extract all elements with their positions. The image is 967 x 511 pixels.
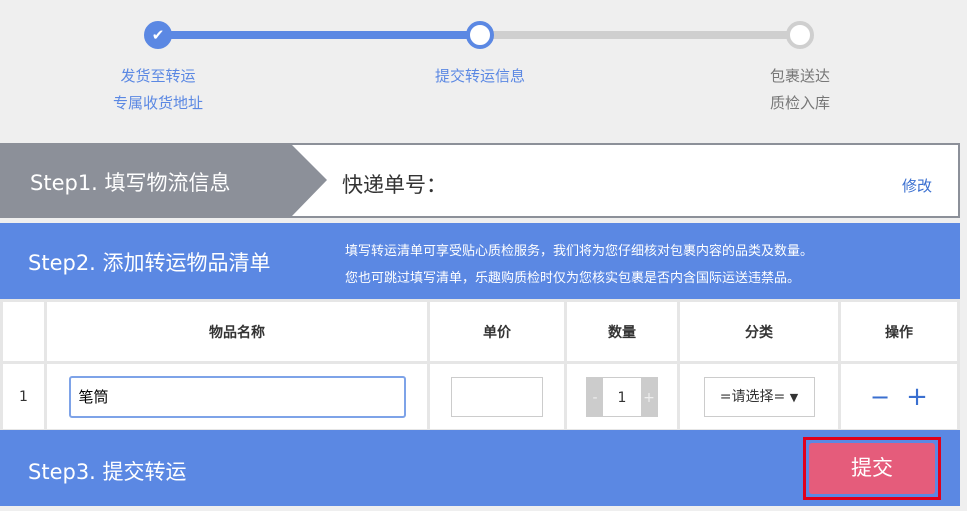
add-row-button[interactable]: + <box>906 382 928 412</box>
pending-step-circle <box>786 21 814 49</box>
progress-step-3-label: 包裹送达 质检入库 <box>769 67 830 112</box>
col-index <box>0 299 47 364</box>
step1-title: Step1. 填写物流信息 <box>30 171 231 195</box>
col-qty: 数量 <box>564 299 680 364</box>
item-name-input[interactable] <box>68 375 406 418</box>
table-header-row: 物品名称 单价 数量 分类 操作 <box>0 299 960 364</box>
col-item-name: 物品名称 <box>44 299 430 364</box>
price-cell <box>427 361 567 432</box>
qty-minus-button[interactable]: - <box>587 377 603 416</box>
progress-step-2-label: 提交转运信息 <box>434 67 525 85</box>
col-category: 分类 <box>677 299 841 364</box>
category-select[interactable]: =请选择= ▼ <box>703 376 815 417</box>
edit-link[interactable]: 修改 <box>902 175 932 196</box>
remove-row-button[interactable]: − <box>870 383 890 411</box>
dropdown-arrow-icon: ▼ <box>789 390 799 404</box>
step3-section: Step3. 提交转运 提交 <box>0 430 960 506</box>
submit-button[interactable]: 提交 <box>809 443 935 494</box>
col-price: 单价 <box>427 299 567 364</box>
row-index: 1 <box>0 361 47 432</box>
qty-cell: - 1 + <box>564 361 680 432</box>
current-step-circle <box>466 21 494 49</box>
step2-header: Step2. 添加转运物品清单 填写转运清单可享受贴心质检服务，我们将为您仔细核… <box>0 223 960 299</box>
qty-plus-button[interactable]: + <box>641 377 657 416</box>
item-name-cell <box>44 361 430 432</box>
step1-section: Step1. 填写物流信息 快递单号： 修改 <box>0 143 960 218</box>
tracking-number-label: 快递单号： <box>342 173 447 197</box>
actions-cell: − + <box>838 361 960 432</box>
step3-title: Step3. 提交转运 <box>28 460 187 484</box>
check-icon: ✔ <box>144 21 172 49</box>
category-cell: =请选择= ▼ <box>677 361 841 432</box>
col-actions: 操作 <box>838 299 960 364</box>
table-row: 1 - 1 + =请选择= ▼ −+ <box>0 361 960 432</box>
submit-highlight: 提交 <box>803 437 941 500</box>
qty-value[interactable]: 1 <box>603 378 641 416</box>
step2-title: Step2. 添加转运物品清单 <box>28 251 271 275</box>
progress-line-pending <box>480 31 800 39</box>
progress-step-1-label: 发货至转运 专属收货地址 <box>112 67 203 112</box>
price-input[interactable] <box>451 376 543 417</box>
quantity-stepper: - 1 + <box>586 376 658 417</box>
progress-line-done <box>158 31 480 39</box>
items-table: 物品名称 单价 数量 分类 操作 1 - 1 + =请选择= ▼ −+ <box>0 299 960 432</box>
step2-note: 填写转运清单可享受贴心质检服务，我们将为您仔细核对包裹内容的品类及数量。 您也可跳… <box>345 244 814 286</box>
